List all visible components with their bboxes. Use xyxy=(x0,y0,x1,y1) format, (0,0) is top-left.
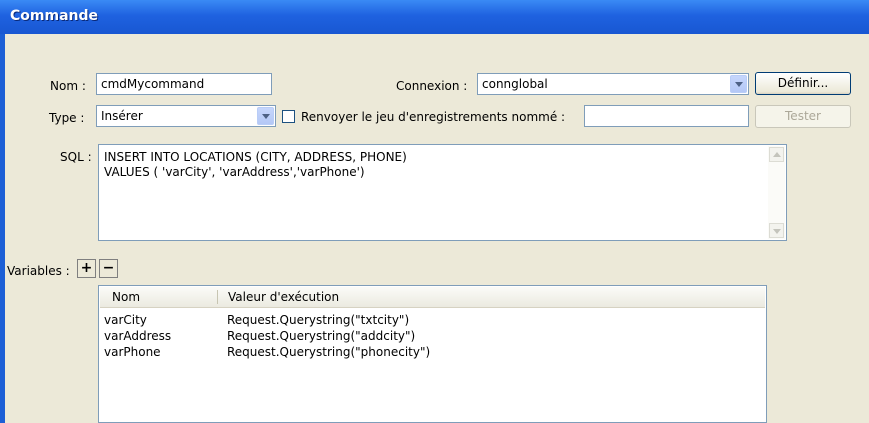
renvoyer-label: Renvoyer le jeu d'enregistrements nommé … xyxy=(301,110,566,124)
variable-name: varCity xyxy=(104,313,147,327)
window-title: Commande xyxy=(10,8,98,24)
sql-line: VALUES ( 'varCity', 'varAddress','varPho… xyxy=(104,165,365,179)
type-select[interactable]: Insérer xyxy=(96,105,276,127)
dialog-body: Nom : cmdMycommand Connexion : conngloba… xyxy=(5,34,869,423)
scroll-up-arrow-icon[interactable] xyxy=(769,147,784,162)
remove-variable-button[interactable]: − xyxy=(99,259,118,278)
connexion-selected-value: connglobal xyxy=(482,77,548,91)
column-divider[interactable] xyxy=(217,290,218,304)
title-bar[interactable]: Commande xyxy=(0,0,869,34)
renvoyer-checkbox[interactable] xyxy=(282,110,295,123)
chevron-down-icon[interactable] xyxy=(730,75,747,93)
dialog-window: Commande Nom : cmdMycommand Connexion : … xyxy=(0,0,869,423)
table-header: Nom Valeur d'exécution xyxy=(100,287,765,308)
add-variable-button[interactable]: + xyxy=(77,259,96,278)
nom-label: Nom : xyxy=(50,79,86,93)
variable-value: Request.Querystring("phonecity") xyxy=(227,345,431,359)
sql-line: INSERT INTO LOCATIONS (CITY, ADDRESS, PH… xyxy=(104,150,407,164)
chevron-down-icon[interactable] xyxy=(257,107,274,125)
sql-label: SQL : xyxy=(60,150,92,164)
variable-name: varPhone xyxy=(104,345,161,359)
tester-button[interactable]: Tester xyxy=(755,105,851,128)
nom-input[interactable]: cmdMycommand xyxy=(96,73,272,95)
variables-label: Variables : xyxy=(7,264,70,278)
scroll-down-arrow-icon[interactable] xyxy=(769,223,784,238)
variables-table[interactable]: Nom Valeur d'exécution varCity Request.Q… xyxy=(98,285,767,423)
variable-value: Request.Querystring("txtcity") xyxy=(227,313,410,327)
variable-value: Request.Querystring("addcity") xyxy=(227,329,416,343)
sql-textarea[interactable]: INSERT INTO LOCATIONS (CITY, ADDRESS, PH… xyxy=(98,144,787,241)
definir-button[interactable]: Définir... xyxy=(755,72,851,95)
renvoyer-input[interactable] xyxy=(584,105,749,127)
type-label: Type : xyxy=(49,111,85,125)
connexion-label: Connexion : xyxy=(396,79,468,93)
connexion-select[interactable]: connglobal xyxy=(477,73,749,95)
type-selected-value: Insérer xyxy=(101,109,143,123)
variable-name: varAddress xyxy=(104,329,172,343)
column-header-valeur[interactable]: Valeur d'exécution xyxy=(228,290,339,304)
column-header-nom[interactable]: Nom xyxy=(112,290,140,304)
sql-scrollbar[interactable] xyxy=(768,146,785,239)
